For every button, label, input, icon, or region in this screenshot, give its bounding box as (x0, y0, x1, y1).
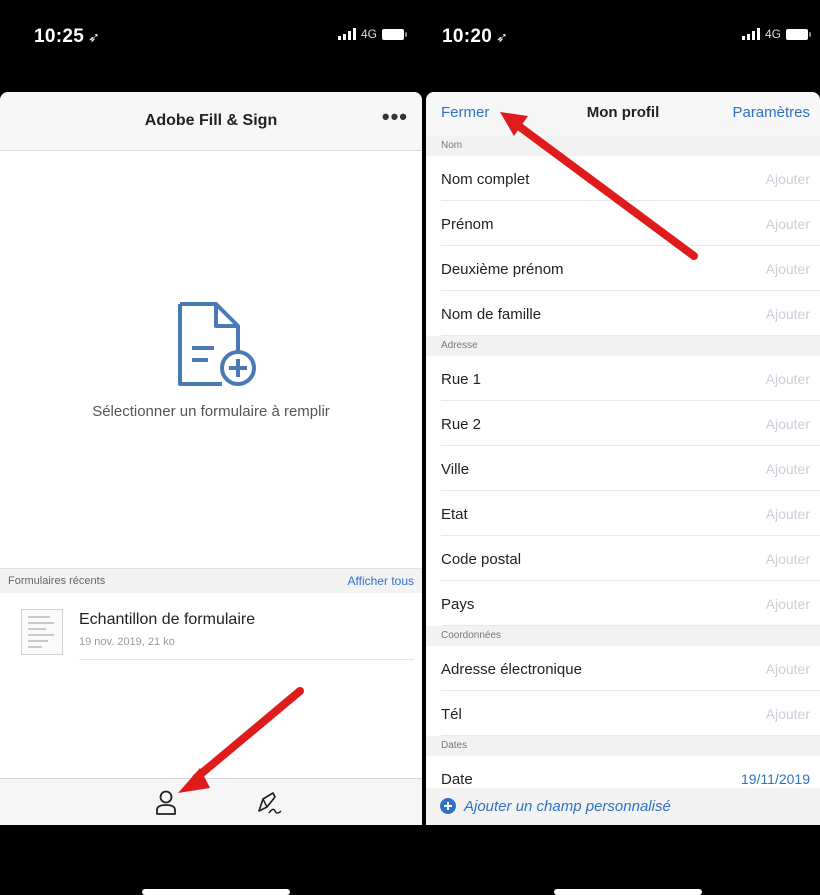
network-type: 4G (764, 27, 781, 41)
field-label: Etat (441, 506, 468, 523)
document-name: Echantillon de formulaire (79, 611, 256, 628)
empty-state-message: Sélectionner un formulaire à remplir (92, 403, 330, 420)
profile-field-list: Nom Nom complet Ajouter Prénom Ajouter Deuxiè… (426, 136, 820, 801)
add-custom-field-label: Ajouter un champ personnalisé (464, 798, 671, 815)
profile-screen: Fermer Mon profil Paramètres Nom Nom comp… (426, 92, 820, 825)
tab-bar (0, 778, 422, 825)
profile-field-row[interactable]: Tél Ajouter (441, 691, 820, 736)
field-label: Tél (441, 706, 462, 723)
field-value: Ajouter (765, 371, 810, 387)
settings-button[interactable]: Paramètres (732, 104, 810, 121)
document-thumbnail (21, 609, 63, 655)
profile-field-row[interactable]: Etat Ajouter (441, 491, 820, 536)
app-title: Adobe Fill & Sign (144, 112, 278, 129)
profile-field-row[interactable]: Adresse électronique Ajouter (441, 646, 820, 691)
field-label: Date (441, 771, 473, 788)
profile-field-row[interactable]: Deuxième prénom Ajouter (441, 246, 820, 291)
profile-field-row[interactable]: Nom de famille Ajouter (441, 291, 820, 336)
field-value: Ajouter (765, 596, 810, 612)
status-time: 10:20 ➶ (442, 26, 509, 47)
status-indicators: 4G (741, 27, 811, 41)
field-value: Ajouter (765, 661, 810, 677)
profile-field-row[interactable]: Ville Ajouter (441, 446, 820, 491)
more-icon[interactable]: ••• (382, 104, 408, 130)
profile-icon[interactable] (151, 787, 181, 817)
field-value: Ajouter (765, 261, 810, 277)
signal-icon (337, 28, 356, 40)
location-icon: ➶ (496, 29, 509, 45)
network-type: 4G (360, 27, 377, 41)
field-value: Ajouter (765, 416, 810, 432)
home-indicator[interactable] (554, 889, 702, 895)
field-label: Code postal (441, 551, 522, 568)
signal-icon (741, 28, 760, 40)
status-indicators: 4G (337, 27, 407, 41)
recent-forms-label: Formulaires récents (8, 575, 106, 587)
profile-header: Fermer Mon profil Paramètres (426, 92, 820, 137)
field-value: Ajouter (765, 506, 810, 522)
section-header: Nom (426, 136, 820, 156)
profile-field-row[interactable]: Code postal Ajouter (441, 536, 820, 581)
profile-field-row[interactable]: Nom complet Ajouter (441, 156, 820, 201)
add-document-icon[interactable] (176, 300, 260, 388)
profile-field-row[interactable]: Rue 1 Ajouter (441, 356, 820, 401)
profile-field-row[interactable]: Prénom Ajouter (441, 201, 820, 246)
list-item[interactable]: Echantillon de formulaire 19 nov. 2019, … (0, 592, 422, 660)
recent-forms-header: Formulaires récents Afficher tous (0, 568, 422, 593)
field-value: 19/11/2019 (740, 771, 810, 787)
field-label: Nom complet (441, 171, 530, 188)
section-header: Dates (426, 736, 820, 756)
section-header: Coordonnées (426, 626, 820, 646)
field-value: Ajouter (765, 306, 810, 322)
battery-icon (382, 28, 407, 40)
field-label: Prénom (441, 216, 494, 233)
field-value: Ajouter (765, 216, 810, 232)
phone-screenshot-right: 10:20 ➶ 4G Fermer Mon profil Paramètres N… (426, 0, 820, 895)
plus-circle-icon (440, 798, 456, 814)
section-header: Adresse (426, 336, 820, 356)
status-bar: 10:25 ➶ 4G (0, 0, 422, 92)
status-bar: 10:20 ➶ 4G (426, 0, 820, 92)
field-label: Ville (441, 461, 470, 478)
add-custom-field-button[interactable]: Ajouter un champ personnalisé (426, 788, 820, 825)
field-label: Pays (441, 596, 475, 613)
status-time: 10:25 ➶ (34, 26, 101, 47)
show-all-link[interactable]: Afficher tous (348, 574, 414, 588)
profile-field-row[interactable]: Rue 2 Ajouter (441, 401, 820, 446)
field-value: Ajouter (765, 551, 810, 567)
field-value: Ajouter (765, 706, 810, 722)
location-icon: ➶ (88, 29, 101, 45)
document-meta: 19 nov. 2019, 21 ko (79, 636, 175, 648)
field-value: Ajouter (765, 171, 810, 187)
phone-screenshot-left: 10:25 ➶ 4G Adobe Fill & Sign ••• Sélectio… (0, 0, 422, 895)
app-screen: Adobe Fill & Sign ••• Sélectionner un fo… (0, 92, 422, 825)
battery-icon (786, 28, 811, 40)
field-value: Ajouter (765, 461, 810, 477)
profile-field-row[interactable]: Pays Ajouter (441, 581, 820, 626)
field-label: Rue 2 (441, 416, 482, 433)
field-label: Adresse électronique (441, 661, 582, 678)
home-indicator[interactable] (142, 889, 290, 895)
field-label: Deuxième prénom (441, 261, 564, 278)
divider (79, 659, 414, 660)
signature-icon[interactable] (253, 787, 283, 817)
app-header: Adobe Fill & Sign ••• (0, 92, 422, 151)
field-label: Nom de famille (441, 306, 542, 323)
field-label: Rue 1 (441, 371, 482, 388)
